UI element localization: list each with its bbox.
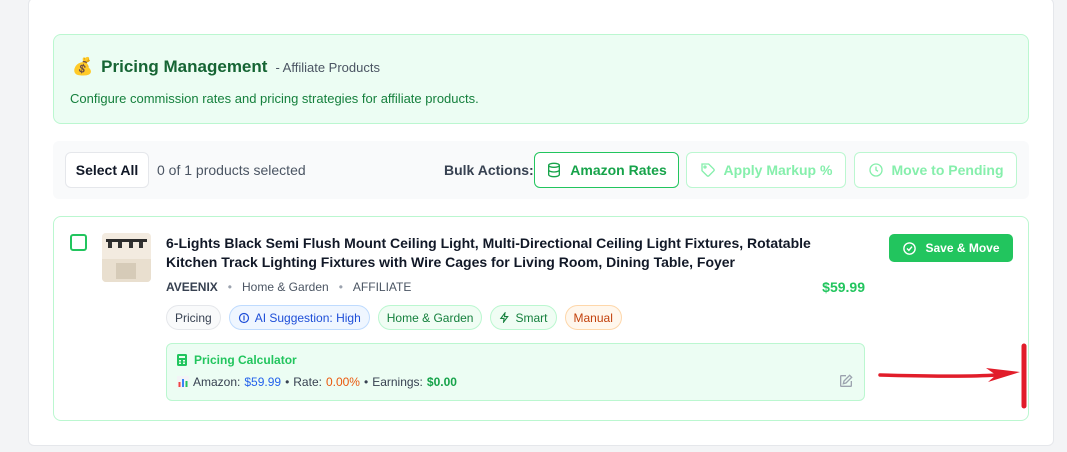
calc-separator: •	[285, 375, 290, 389]
pricing-info-banner: 💰 Pricing Management - Affiliate Product…	[53, 34, 1029, 124]
info-icon	[238, 312, 249, 323]
page-subtitle: - Affiliate Products	[275, 60, 380, 75]
meta-separator: •	[227, 280, 232, 294]
bar-chart-icon	[177, 376, 189, 388]
clock-icon	[868, 163, 883, 177]
chip-smart: Smart	[490, 305, 557, 330]
earnings-label: Earnings:	[372, 375, 423, 389]
annotation-arrow	[878, 343, 1027, 409]
page-description: Configure commission rates and pricing s…	[70, 91, 479, 106]
rate-value: 0.00%	[325, 375, 360, 389]
product-chips: Pricing AI Suggestion: High Home & Garde…	[166, 305, 622, 330]
amazon-value: $59.99	[244, 375, 282, 389]
save-and-move-button[interactable]: Save & Move	[889, 234, 1013, 262]
move-to-pending-button[interactable]: Move to Pending	[854, 152, 1017, 188]
calc-separator: •	[363, 375, 369, 389]
selection-count: 0 of 1 products selected	[157, 162, 306, 178]
product-title[interactable]: 6-Lights Black Semi Flush Mount Ceiling …	[166, 234, 846, 272]
calculator-title-row: Pricing Calculator	[177, 353, 297, 367]
product-brand: AVEENIX	[166, 280, 218, 294]
chip-ai-suggestion: AI Suggestion: High	[228, 305, 370, 330]
edit-icon[interactable]	[838, 373, 854, 389]
select-all-button[interactable]: Select All	[65, 152, 149, 188]
chip-manual-label: Manual	[573, 310, 613, 325]
chip-category-label: Home & Garden	[386, 310, 474, 325]
save-and-move-label: Save & Move	[925, 241, 1000, 255]
apply-markup-button[interactable]: Apply Markup %	[686, 152, 846, 188]
info-title-row: 💰 Pricing Management - Affiliate Product…	[72, 57, 380, 77]
chip-pricing-label: Pricing	[175, 310, 212, 325]
amazon-rates-button[interactable]: Amazon Rates	[534, 152, 679, 188]
chip-smart-label: Smart	[515, 310, 548, 325]
meta-separator: •	[338, 280, 343, 294]
product-category: Home & Garden	[242, 280, 329, 294]
amazon-label: Amazon:	[193, 375, 241, 389]
move-to-pending-label: Move to Pending	[891, 162, 1004, 178]
calculator-title: Pricing Calculator	[194, 353, 297, 367]
chip-category: Home & Garden	[377, 305, 483, 330]
money-bag-icon: 💰	[72, 57, 94, 76]
chip-ai-label: AI Suggestion: High	[254, 310, 361, 325]
product-meta: AVEENIX • Home & Garden • AFFILIATE	[166, 280, 411, 294]
apply-markup-label: Apply Markup %	[723, 162, 833, 178]
rate-label: Rate:	[293, 375, 322, 389]
product-type: AFFILIATE	[352, 280, 412, 294]
pricing-calculator: Pricing Calculator Amazon: $59.99 • Rate…	[166, 343, 865, 401]
amazon-rates-label: Amazon Rates	[570, 162, 667, 178]
database-icon	[548, 162, 561, 178]
product-checkbox[interactable]	[70, 234, 87, 251]
chip-pricing: Pricing	[166, 305, 221, 330]
chip-manual: Manual	[564, 305, 622, 330]
calculator-icon	[177, 354, 187, 366]
bulk-actions-label: Bulk Actions:	[444, 162, 534, 178]
page-title: Pricing Management	[101, 57, 268, 76]
earnings-value: $0.00	[426, 375, 457, 389]
calculator-summary: Amazon: $59.99 • Rate: 0.00% • Earnings:…	[177, 375, 457, 389]
tag-icon	[700, 163, 715, 177]
bulk-actions-bar: Select All 0 of 1 products selected Bulk…	[53, 141, 1029, 199]
lightning-icon	[500, 312, 510, 323]
product-thumbnail	[102, 233, 151, 282]
check-circle-icon	[903, 241, 917, 255]
product-price: $59.99	[822, 279, 865, 295]
